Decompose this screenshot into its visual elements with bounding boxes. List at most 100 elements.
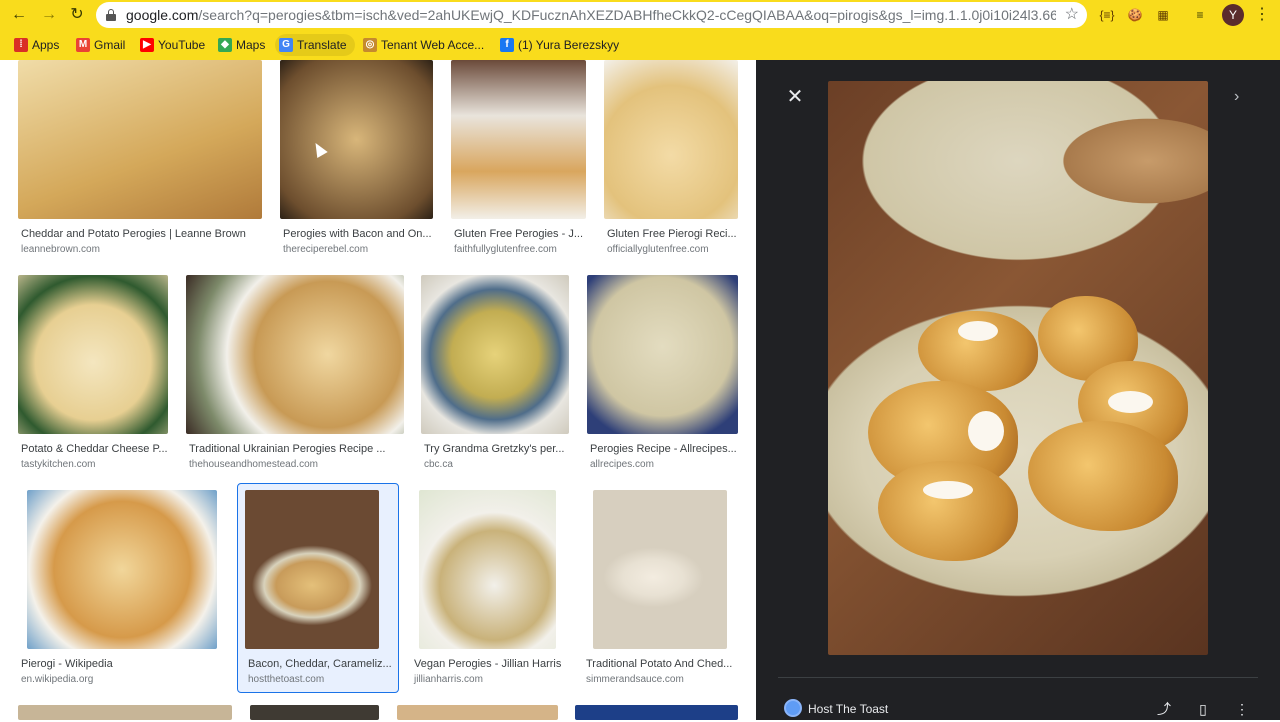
preview-image[interactable] [828,81,1208,655]
chevron-right-icon[interactable]: › [1234,88,1239,106]
result-title[interactable]: Gluten Free Perogies - J... [454,228,586,240]
result-tile[interactable]: Potato & Cheddar Cheese P... tastykitche… [18,275,168,475]
result-tile[interactable]: Pierogi - Wikipedia en.wikipedia.org [18,490,226,690]
result-image[interactable] [587,275,738,434]
bookmark-youtube[interactable]: ▶ YouTube [136,34,205,56]
sour-cream-dollop [958,321,998,341]
result-tile[interactable]: Perogies Recipe - Allrecipes... allrecip… [587,275,738,475]
url-text[interactable]: google.com/search?q=perogies&tbm=isch&ve… [126,2,1056,28]
result-tile[interactable] [575,705,738,720]
bookmark-maps[interactable]: ◆ Maps [214,34,265,56]
result-tile[interactable]: Try Grandma Gretzky's per... cbc.ca [421,275,569,475]
gmail-icon: M [76,38,90,52]
result-title[interactable]: Try Grandma Gretzky's per... [424,443,569,455]
result-image[interactable] [280,60,433,219]
bookmark-tenant[interactable]: ◎ Tenant Web Acce... [359,34,484,56]
result-title[interactable]: Pierogi - Wikipedia [21,658,226,670]
translate-icon: G [279,38,293,52]
result-tile[interactable] [18,705,232,720]
result-source: en.wikipedia.org [21,674,94,685]
browser-menu-icon[interactable]: ⋮ [1254,4,1270,26]
youtube-icon: ▶ [140,38,154,52]
result-source: officiallyglutenfree.com [607,244,709,255]
close-icon[interactable]: ✕ [786,87,804,107]
result-source: cbc.ca [424,459,453,470]
result-image[interactable] [451,60,586,219]
bookmark-apps[interactable]: ⁞ Apps [10,34,59,56]
bookmark-translate[interactable]: G Translate [275,34,355,56]
avatar[interactable]: Y [1222,4,1244,26]
result-source: allrecipes.com [590,459,654,470]
result-source: leannebrown.com [21,244,100,255]
tenant-icon: ◎ [363,38,377,52]
result-tile[interactable]: Perogies with Bacon and On... thereciper… [280,60,433,260]
panel-divider [778,677,1258,678]
result-image[interactable] [419,490,556,649]
forward-arrow-icon[interactable]: → [38,4,60,26]
more-options-icon[interactable]: ⋮ [1233,700,1251,718]
source-chip[interactable]: Host The Toast [778,696,888,722]
result-title[interactable]: Traditional Potato And Ched... [586,658,738,670]
json-extension-icon[interactable]: {≡} [1097,5,1117,25]
result-image[interactable] [421,275,569,434]
pierogi-shape [1028,421,1178,531]
result-source: faithfullyglutenfree.com [454,244,557,255]
bookmark-icon[interactable]: ▯ [1194,700,1212,718]
result-title[interactable]: Traditional Ukrainian Perogies Recipe ..… [189,443,404,455]
bookmark-star-icon[interactable]: ☆ [1065,5,1079,25]
reload-icon[interactable]: ↻ [66,4,88,26]
result-image[interactable] [186,275,404,434]
source-name[interactable]: Host The Toast [808,702,888,716]
result-source: jillianharris.com [414,674,483,685]
result-tile[interactable]: Vegan Perogies - Jillian Harris jillianh… [414,490,566,690]
pierogi-shape [878,461,1018,561]
result-source: thehouseandhomestead.com [189,459,318,470]
bookmark-gmail[interactable]: M Gmail [72,34,125,56]
result-title[interactable]: Potato & Cheddar Cheese P... [21,443,168,455]
result-title[interactable]: Perogies Recipe - Allrecipes... [590,443,738,455]
address-bar[interactable]: google.com/search?q=perogies&tbm=isch&ve… [96,2,1087,28]
result-image[interactable] [18,705,232,720]
result-image[interactable] [18,275,168,434]
result-tile[interactable] [250,705,379,720]
sour-cream-dollop [923,481,973,499]
result-title[interactable]: Bacon, Cheddar, Carameliz... [248,658,398,670]
result-tile[interactable]: Cheddar and Potato Perogies | Leanne Bro… [18,60,262,260]
share-icon[interactable]: ⤴ [1155,700,1173,718]
result-source: hostthetoast.com [248,674,325,685]
sour-cream-dollop [968,411,1004,451]
result-tile[interactable]: Traditional Potato And Ched... simmerand… [583,490,738,690]
cookie-extension-icon[interactable]: 🍪 [1125,5,1145,25]
result-tile[interactable] [397,705,558,720]
result-source: tastykitchen.com [21,459,96,470]
result-image[interactable] [575,705,738,720]
browser-toolbar: ← → ↻ google.com/search?q=perogies&tbm=i… [0,0,1280,60]
result-title[interactable]: Cheddar and Potato Perogies | Leanne Bro… [21,228,261,240]
result-image[interactable] [18,60,262,219]
sour-cream-dollop [1108,391,1153,413]
media-queue-icon[interactable]: ≡ [1190,5,1210,25]
result-image[interactable] [397,705,558,720]
result-image[interactable] [245,490,379,649]
result-title[interactable]: Vegan Perogies - Jillian Harris [414,658,566,670]
maps-icon: ◆ [218,38,232,52]
result-image[interactable] [604,60,738,219]
back-arrow-icon[interactable]: ← [8,4,30,26]
result-source: thereciperebel.com [283,244,369,255]
result-tile-selected[interactable]: Bacon, Cheddar, Carameliz... hostthetoas… [237,483,399,693]
result-tile[interactable]: Gluten Free Pierogi Reci... officiallygl… [604,60,738,260]
image-preview-panel: ✕ ‹ › Host The Toast ⤴ ▯ ⋮ [756,60,1280,720]
result-tile[interactable]: Gluten Free Perogies - J... faithfullygl… [451,60,586,260]
result-image[interactable] [250,705,379,720]
result-tile[interactable]: Traditional Ukrainian Perogies Recipe ..… [186,275,404,475]
apps-grid-icon: ⁞ [14,38,28,52]
image-results-grid: Cheddar and Potato Perogies | Leanne Bro… [0,60,756,720]
result-image[interactable] [27,490,217,649]
result-title[interactable]: Perogies with Bacon and On... [283,228,433,240]
bookmark-facebook[interactable]: f (1) Yura Berezskyy [496,34,619,56]
result-image[interactable] [593,490,727,649]
result-title[interactable]: Gluten Free Pierogi Reci... [607,228,738,240]
grid-extension-icon[interactable]: ▦ [1153,5,1173,25]
globe-icon [784,699,802,717]
bookmarks-bar: ⁞ Apps M Gmail ▶ YouTube ◆ Maps G Translate ◎… [0,31,1280,59]
